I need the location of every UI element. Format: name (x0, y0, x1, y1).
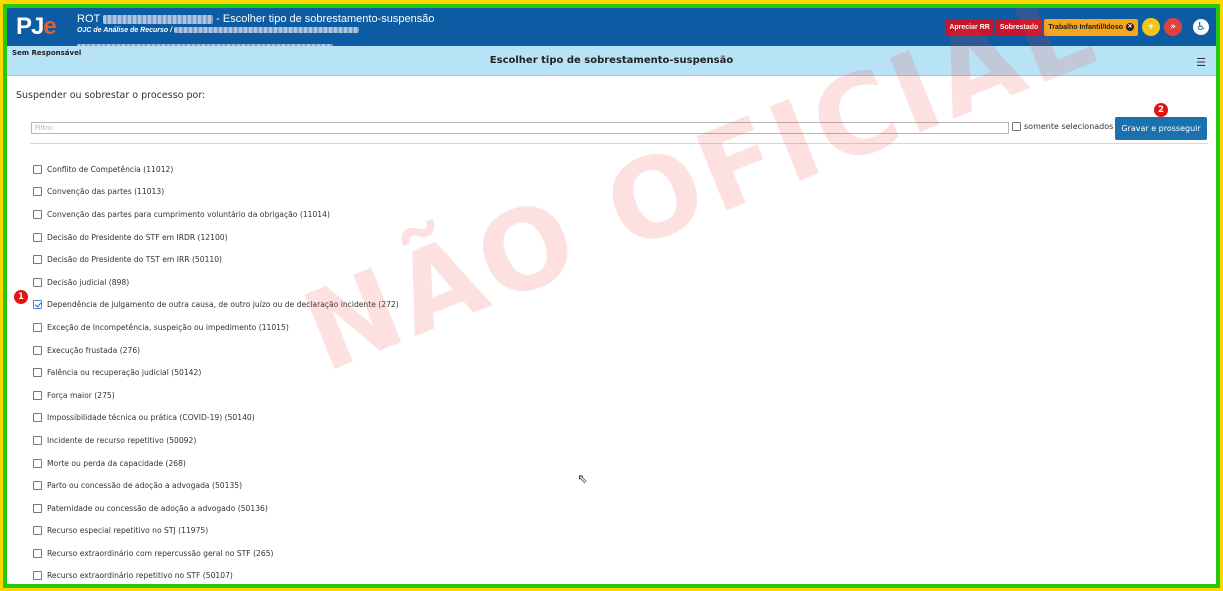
tag-trabalho-infantil-idoso[interactable]: Trabalho Infantil/Idoso ✕ (1044, 18, 1138, 36)
top-app-bar: PJe ROT - Escolher tipo de sobrestamento… (7, 8, 1216, 49)
hamburger-icon[interactable]: ☰ (1196, 57, 1206, 68)
option-label: Decisão judicial (898) (47, 277, 130, 287)
suspension-type-list: Conflito de Competência (11012) Convenção… (33, 158, 399, 584)
step-badge-1: 1 (14, 290, 28, 304)
option-item[interactable]: Convenção das partes (11013) (33, 181, 399, 204)
process-title: ROT - Escolher tipo de sobrestamento-sus… (77, 13, 434, 25)
option-item[interactable]: Incidente de recurso repetitivo (50092) (33, 429, 399, 452)
option-item[interactable]: Conflito de Competência (11012) (33, 158, 399, 181)
option-item[interactable]: Impossibilidade técnica ou prática (COVI… (33, 407, 399, 430)
task-bar: Sem Responsável Escolher tipo de sobrest… (7, 46, 1216, 76)
org-unit: OJC de Análise de Recurso / (77, 27, 173, 34)
option-label: Execução frustada (276) (47, 345, 141, 355)
plus-icon[interactable]: + (1142, 18, 1160, 36)
process-tags: Apreciar RR Sobrestado Trabalho Infantil… (945, 18, 1182, 36)
option-checkbox[interactable] (33, 390, 42, 400)
form-prompt: Suspender ou sobrestar o processo por: (16, 90, 206, 101)
option-item[interactable]: Recurso extraordinário repetitivo no STF… (33, 565, 399, 584)
option-checkbox[interactable] (33, 187, 42, 197)
logo-pj-text: PJ (16, 13, 44, 40)
option-checkbox[interactable] (33, 322, 42, 332)
save-and-continue-button[interactable]: Gravar e prosseguir (1115, 117, 1207, 140)
option-label: Força maior (275) (47, 390, 115, 400)
option-label: Exceção de Incompetência, suspeição ou i… (47, 322, 289, 332)
logo-e-text: e (43, 13, 56, 40)
option-checkbox[interactable] (33, 164, 42, 174)
option-checkbox[interactable] (33, 413, 42, 423)
tag-apreciar-rr[interactable]: Apreciar RR (945, 18, 994, 36)
option-label: Morte ou perda da capacidade (268) (47, 458, 186, 468)
app-window: PJe ROT - Escolher tipo de sobrestamento… (7, 8, 1216, 584)
option-checkbox[interactable] (33, 503, 42, 513)
option-item[interactable]: Decisão do Presidente do STF em IRDR (12… (33, 226, 399, 249)
close-tag-icon[interactable]: ✕ (1126, 22, 1134, 31)
mouse-cursor-icon: ⇖ (577, 472, 588, 487)
divider (30, 143, 1208, 144)
option-label: Conflito de Competência (11012) (47, 164, 174, 174)
option-checkbox[interactable] (33, 209, 42, 219)
option-checkbox[interactable] (33, 526, 42, 536)
only-selected-toggle[interactable]: somente selecionados (1012, 122, 1113, 131)
option-checkbox[interactable] (33, 277, 42, 287)
highlight-frame: PJe ROT - Escolher tipo de sobrestamento… (3, 4, 1220, 588)
option-item[interactable]: Recurso especial repetitivo no STJ (1197… (33, 520, 399, 543)
accessibility-icon[interactable]: ♿ (1193, 19, 1209, 35)
option-label: Impossibilidade técnica ou prática (COVI… (47, 413, 255, 423)
option-label: Recurso especial repetitivo no STJ (1197… (47, 526, 209, 536)
page-title-header: - Escolher tipo de sobrestamento-suspens… (216, 13, 435, 25)
tag-sobrestado[interactable]: Sobrestado (995, 18, 1043, 36)
option-label: Dependência de julgamento de outra causa… (47, 300, 399, 310)
option-checkbox[interactable] (33, 548, 42, 558)
redacted-parties (174, 27, 360, 34)
option-item[interactable]: Recurso extraordinário com repercussão g… (33, 542, 399, 565)
option-item[interactable]: Decisão judicial (898) (33, 271, 399, 294)
option-checkbox[interactable] (33, 571, 42, 581)
option-checkbox[interactable] (33, 481, 42, 491)
option-checkbox[interactable] (33, 232, 42, 242)
option-item[interactable]: Morte ou perda da capacidade (268) (33, 452, 399, 475)
option-label: Recurso extraordinário repetitivo no STF… (47, 571, 233, 581)
option-label: Convenção das partes (11013) (47, 187, 165, 197)
redacted-process-number (103, 14, 214, 24)
tag-trabalho-label: Trabalho Infantil/Idoso (1048, 23, 1123, 31)
option-item[interactable]: Falência ou recuperação judicial (50142) (33, 361, 399, 384)
pje-logo[interactable]: PJe (16, 14, 60, 40)
option-item[interactable]: Convenção das partes para cumprimento vo… (33, 203, 399, 226)
filter-input[interactable] (31, 122, 1009, 134)
option-item[interactable]: Decisão do Presidente do TST em IRR (501… (33, 248, 399, 271)
option-item[interactable]: Força maior (275) (33, 384, 399, 407)
option-label: Paternidade ou concessão de adoção a adv… (47, 503, 268, 513)
option-item[interactable]: Paternidade ou concessão de adoção a adv… (33, 497, 399, 520)
option-item[interactable]: Execução frustada (276) (33, 339, 399, 362)
step-badge-2: 2 (1154, 103, 1168, 117)
option-checkbox[interactable] (33, 458, 42, 468)
option-label: Decisão do Presidente do TST em IRR (501… (47, 255, 223, 265)
option-checkbox[interactable] (33, 255, 42, 265)
option-checkbox[interactable] (33, 435, 42, 445)
option-checkbox[interactable] (33, 368, 42, 378)
task-title: Escolher tipo de sobrestamento-suspensão (489, 55, 734, 66)
option-label: Convenção das partes para cumprimento vo… (47, 209, 330, 219)
option-item[interactable]: Parto ou concessão de adoção a advogada … (33, 474, 399, 497)
option-label: Falência ou recuperação judicial (50142) (47, 368, 202, 378)
only-selected-checkbox[interactable] (1012, 122, 1021, 131)
double-chevron-icon[interactable]: » (1164, 18, 1182, 36)
process-subtitle: OJC de Análise de Recurso / (77, 27, 360, 34)
option-label: Recurso extraordinário com repercussão g… (47, 548, 274, 558)
process-prefix: ROT (77, 13, 101, 25)
only-selected-label: somente selecionados (1024, 122, 1114, 131)
option-item[interactable]: Exceção de Incompetência, suspeição ou i… (33, 316, 399, 339)
option-label: Incidente de recurso repetitivo (50092) (47, 435, 197, 445)
option-checkbox[interactable] (33, 300, 42, 310)
option-label: Decisão do Presidente do STF em IRDR (12… (47, 232, 228, 242)
option-item[interactable]: Dependência de julgamento de outra causa… (33, 294, 399, 317)
option-label: Parto ou concessão de adoção a advogada … (47, 481, 243, 491)
option-checkbox[interactable] (33, 345, 42, 355)
